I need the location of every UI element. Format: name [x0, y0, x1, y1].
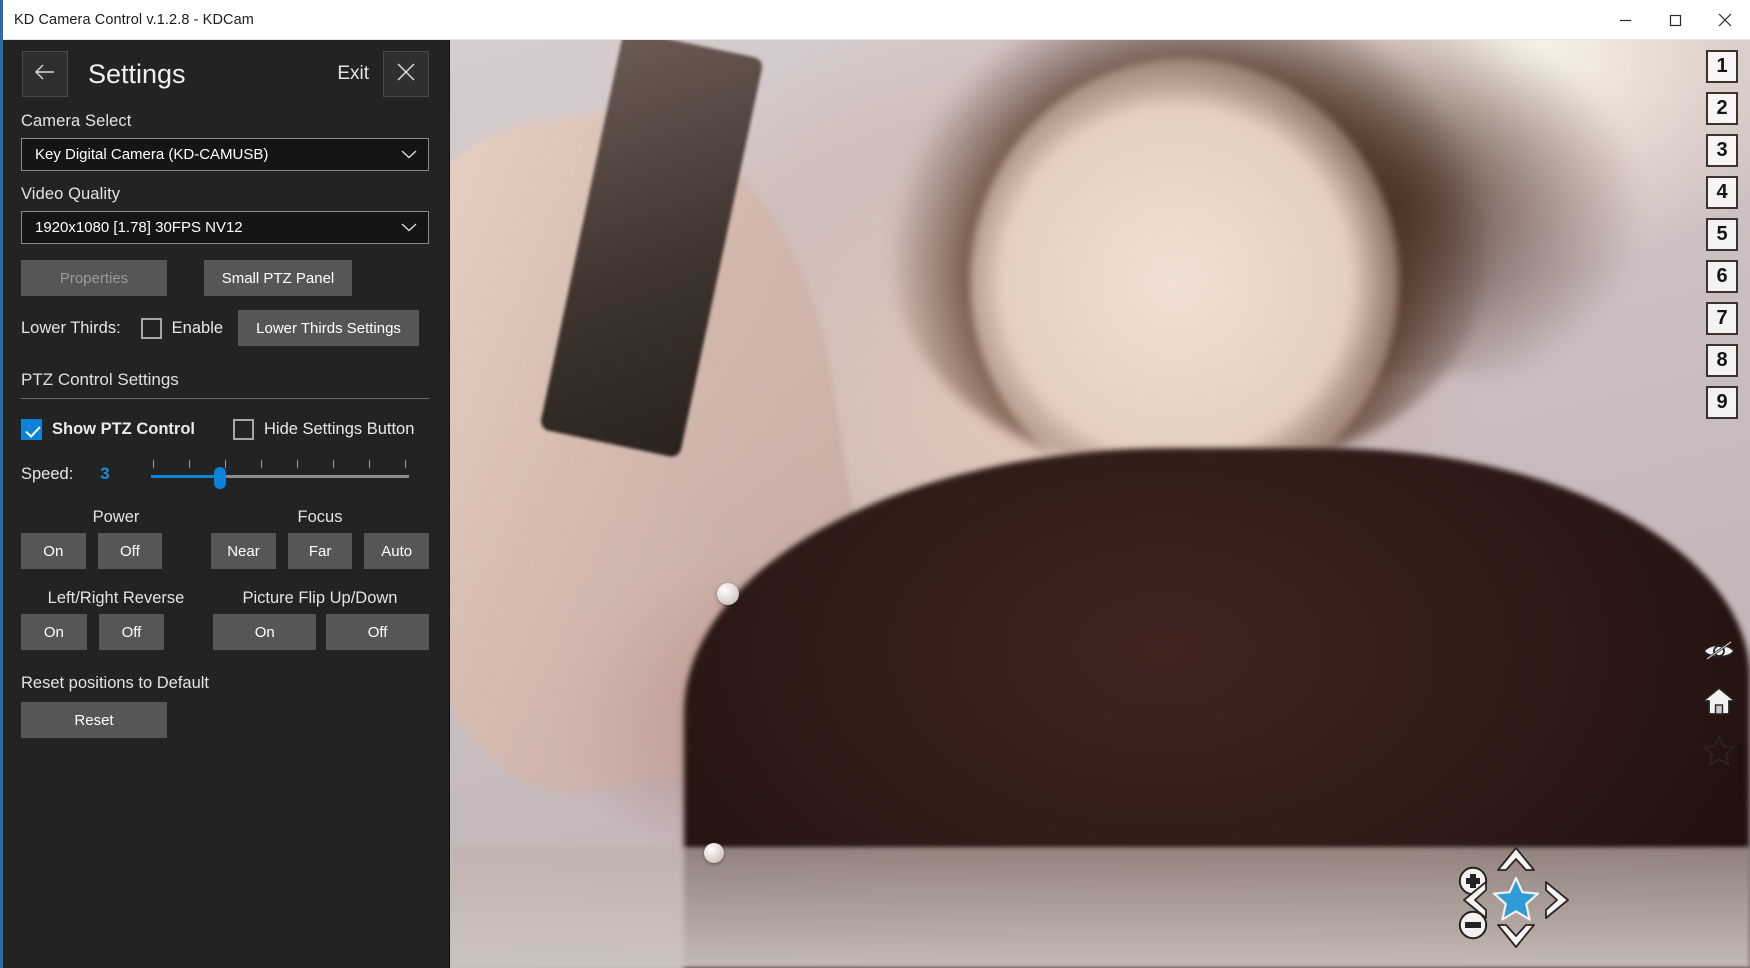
title-bar-accent: [0, 0, 3, 40]
preset-button-8[interactable]: 8: [1706, 344, 1738, 377]
settings-panel: Settings Exit Camera Select Key Digital …: [0, 40, 450, 968]
minimize-button[interactable]: [1600, 0, 1650, 40]
show-ptz-control-label: Show PTZ Control: [52, 420, 195, 438]
chevron-down-icon: [401, 146, 417, 164]
preset-buttons: 1 2 3 4 5 6 7 8 9: [1706, 50, 1738, 428]
ptz-checkbox-row: Show PTZ Control Hide Settings Button: [21, 419, 429, 440]
speed-value: 3: [100, 464, 110, 483]
preset-button-9[interactable]: 9: [1706, 386, 1738, 419]
reverse-flip-buttons: On Off On Off: [21, 614, 429, 650]
window-controls: [1600, 0, 1750, 40]
picture-flip-off-button[interactable]: Off: [326, 614, 429, 650]
speed-row: Speed: 3: [21, 460, 429, 489]
star-outline-icon: [1701, 734, 1737, 771]
left-right-reverse-off-button[interactable]: Off: [98, 614, 165, 650]
ptz-direction-pad: [1462, 846, 1570, 954]
eye-off-icon: [1702, 638, 1736, 669]
pan-right-button[interactable]: [1542, 880, 1570, 925]
focus-auto-button[interactable]: Auto: [364, 533, 429, 569]
video-quality-dropdown[interactable]: 1920x1080 [1.78] 30FPS NV12: [21, 211, 429, 244]
maximize-button[interactable]: [1650, 0, 1700, 40]
slider-thumb[interactable]: [214, 467, 227, 489]
page-title: Settings: [88, 58, 186, 89]
speed-slider[interactable]: [150, 460, 409, 489]
lower-thirds-enable-checkbox[interactable]: [140, 317, 162, 339]
pan-left-button[interactable]: [1462, 880, 1490, 925]
application-window: KD Camera Control v.1.2.8 - KDCam Settin…: [0, 0, 1750, 968]
close-icon: [395, 61, 417, 88]
lower-thirds-enable-label: Enable: [171, 318, 224, 337]
power-off-button[interactable]: Off: [97, 533, 163, 569]
picture-flip-on-button[interactable]: On: [213, 614, 317, 650]
preset-button-4[interactable]: 4: [1706, 176, 1738, 209]
preset-button-2[interactable]: 2: [1706, 92, 1738, 125]
hide-settings-button-label: Hide Settings Button: [263, 420, 415, 438]
left-right-reverse-title: Left/Right Reverse: [47, 589, 185, 607]
arrow-left-icon: [1462, 881, 1490, 924]
settings-header: Settings Exit: [0, 40, 450, 108]
chevron-down-icon: [401, 219, 417, 237]
title-bar: KD Camera Control v.1.2.8 - KDCam: [0, 0, 1750, 40]
close-button[interactable]: [1700, 0, 1750, 40]
camera-select-value: Key Digital Camera (KD-CAMUSB): [35, 146, 269, 163]
window-title: KD Camera Control v.1.2.8 - KDCam: [14, 11, 254, 28]
focus-near-button[interactable]: Near: [211, 533, 276, 569]
preset-button-5[interactable]: 5: [1706, 218, 1738, 251]
preset-button-3[interactable]: 3: [1706, 134, 1738, 167]
save-preset-button[interactable]: [1698, 728, 1740, 778]
arrow-down-icon: [1496, 924, 1536, 953]
home-position-button[interactable]: [1698, 678, 1740, 728]
power-focus-titles: Power Focus: [21, 508, 429, 527]
reverse-flip-titles: Left/Right Reverse Picture Flip Up/Down: [21, 589, 429, 608]
reset-positions-label: Reset positions to Default: [21, 674, 210, 692]
left-right-reverse-on-button[interactable]: On: [21, 614, 87, 650]
settings-close-button[interactable]: [383, 51, 429, 97]
video-quality-value: 1920x1080 [1.78] 30FPS NV12: [35, 219, 243, 236]
overlay-icon-stack: [1698, 628, 1740, 778]
focus-title: Focus: [297, 508, 343, 526]
power-on-button[interactable]: On: [21, 533, 86, 569]
lower-thirds-row: Lower Thirds: Enable Lower Thirds Settin…: [21, 310, 429, 346]
video-quality-label: Video Quality: [21, 185, 121, 203]
preset-button-6[interactable]: 6: [1706, 260, 1738, 293]
lower-thirds-label: Lower Thirds:: [21, 318, 121, 337]
feed-detail-pendant-1: [716, 582, 739, 605]
reset-button[interactable]: Reset: [21, 702, 167, 738]
exit-label: Exit: [337, 63, 369, 84]
properties-row: Properties Small PTZ Panel: [21, 260, 429, 296]
slider-ticks: [151, 460, 409, 469]
arrow-right-icon: [1542, 881, 1570, 924]
pan-up-button[interactable]: [1496, 846, 1536, 879]
feed-detail-face: [970, 58, 1399, 504]
feed-detail-pendant-2: [703, 842, 724, 863]
arrow-left-icon: [33, 62, 57, 87]
home-icon: [1702, 686, 1736, 721]
picture-flip-title: Picture Flip Up/Down: [242, 589, 398, 607]
camera-select-dropdown[interactable]: Key Digital Camera (KD-CAMUSB): [21, 138, 429, 171]
settings-body: Camera Select Key Digital Camera (KD-CAM…: [0, 112, 450, 738]
camera-feed-image: [450, 40, 1750, 968]
properties-button[interactable]: Properties: [21, 260, 167, 296]
back-button[interactable]: [22, 51, 68, 97]
ptz-center-button[interactable]: [1492, 876, 1540, 927]
lower-thirds-settings-button[interactable]: Lower Thirds Settings: [238, 310, 420, 346]
show-ptz-control-checkbox[interactable]: [21, 419, 42, 440]
star-filled-icon: [1492, 876, 1540, 926]
power-title: Power: [92, 508, 140, 526]
focus-far-button[interactable]: Far: [287, 533, 353, 569]
slider-fill: [150, 475, 221, 478]
hide-settings-button-checkbox[interactable]: [232, 419, 254, 440]
power-focus-buttons: On Off Near Far Auto: [21, 533, 429, 569]
video-preview[interactable]: 1 2 3 4 5 6 7 8 9: [450, 40, 1750, 968]
ptz-section-title: PTZ Control Settings: [21, 370, 429, 399]
speed-label: Speed:: [21, 464, 74, 483]
preset-button-1[interactable]: 1: [1706, 50, 1738, 83]
preset-button-7[interactable]: 7: [1706, 302, 1738, 335]
hide-overlay-button[interactable]: [1698, 628, 1740, 678]
small-ptz-panel-button[interactable]: Small PTZ Panel: [204, 260, 352, 296]
camera-select-label: Camera Select: [21, 112, 132, 130]
